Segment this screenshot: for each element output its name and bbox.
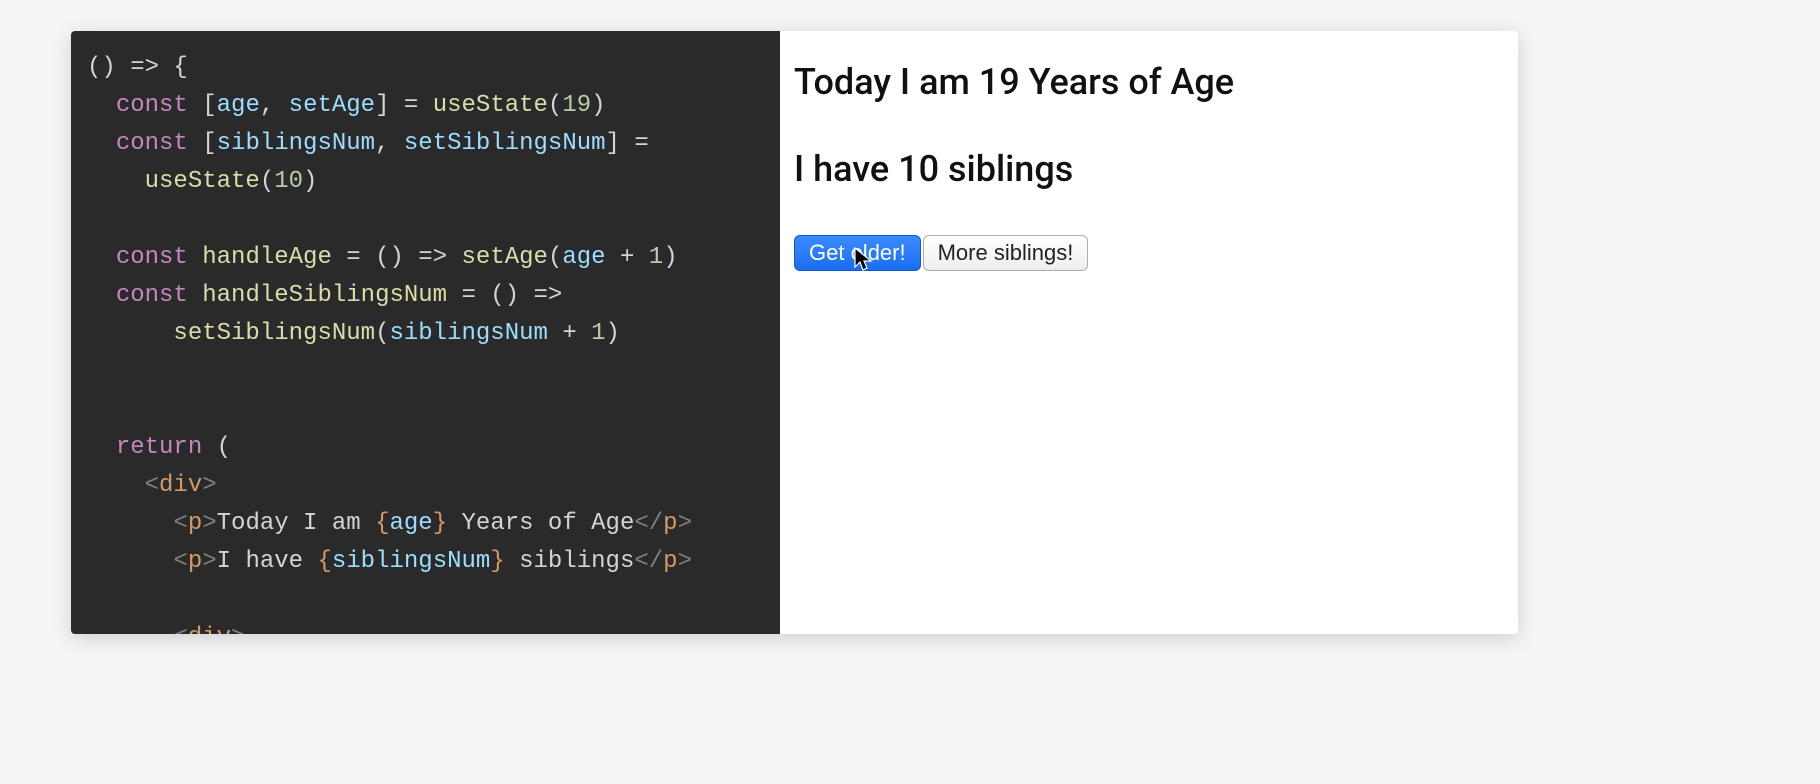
code-editor-panel[interactable]: () => { const [age, setAge] = useState(1… <box>71 31 780 634</box>
more-siblings-button[interactable]: More siblings! <box>923 235 1089 271</box>
code-preview-container: () => { const [age, setAge] = useState(1… <box>71 31 1518 634</box>
get-older-button[interactable]: Get older! <box>794 235 921 271</box>
preview-panel: Today I am 19 Years of Age I have 10 sib… <box>780 31 1518 634</box>
source-code: () => { const [age, setAge] = useState(1… <box>87 49 764 634</box>
button-row: Get older! More siblings! <box>794 235 1504 271</box>
siblings-text: I have 10 siblings <box>794 148 1504 191</box>
age-text: Today I am 19 Years of Age <box>794 61 1504 104</box>
